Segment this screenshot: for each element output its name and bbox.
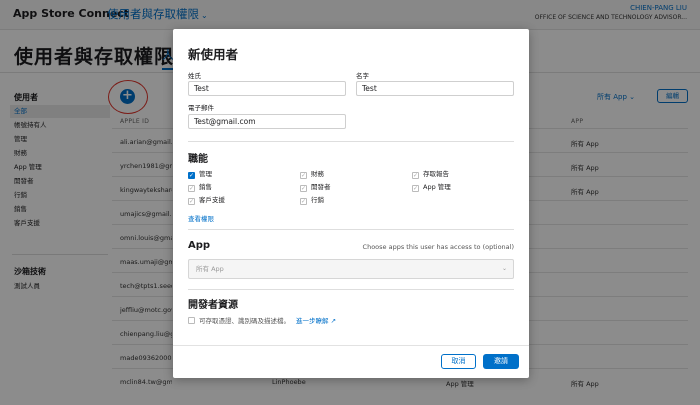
dialog-title: 新使用者 [188,47,239,62]
role-option[interactable]: ✓ App 管理 [412,181,451,192]
first-name-field[interactable]: Test [356,81,514,96]
role-option[interactable]: ✓ 銷售 [188,181,212,192]
roles-heading: 職能 [188,154,208,165]
checkbox[interactable] [188,317,195,324]
checkbox[interactable]: ✓ [300,198,307,205]
developer-resources-heading: 開發者資源 [188,300,238,311]
developer-resource-label: 可存取憑證、識別碼及描述檔。 [199,317,290,325]
role-option[interactable]: ✓ 存取報告 [412,168,449,179]
role-label: 管理 [199,170,212,178]
role-label: 銷售 [199,183,212,191]
checkbox[interactable]: ✓ [300,185,307,192]
role-option[interactable]: ✓ 開發者 [300,181,331,192]
checkbox[interactable]: ✓ [188,198,195,205]
app-hint: Choose apps this user has access to (opt… [362,243,514,251]
email-label: 電子郵件 [188,104,214,112]
app-select[interactable]: 所有 App ⌄ [188,259,514,279]
role-option[interactable]: ✓ 客戶支援 [188,194,225,205]
view-permissions-link[interactable]: 查看權限 [188,213,214,223]
app-select-value: 所有 App [196,265,224,273]
role-label: 存取報告 [423,170,449,178]
app-heading: App [188,240,211,251]
role-label: 行銷 [311,196,324,204]
section-divider [188,229,514,230]
checkbox[interactable]: ✓ [188,172,195,179]
role-label: 財務 [311,170,324,178]
dialog-footer-divider [173,345,529,346]
chevron-down-icon: ⌄ [501,265,507,272]
invite-button[interactable]: 邀請 [483,354,519,369]
checkbox[interactable]: ✓ [412,172,419,179]
role-option[interactable]: ✓ 行銷 [300,194,324,205]
role-label: 開發者 [311,183,331,191]
new-user-dialog: 新使用者 姓氏 Test 名字 Test 電子郵件 Test@gmail.com… [173,29,529,378]
role-label: App 管理 [423,183,451,191]
last-name-field[interactable]: Test [188,81,346,96]
first-name-label: 名字 [356,72,369,80]
learn-more-link[interactable]: 進一步瞭解 ↗ [296,315,336,325]
last-name-label: 姓氏 [188,72,201,80]
cancel-button[interactable]: 取消 [441,354,476,369]
role-label: 客戶支援 [199,196,225,204]
section-divider [188,141,514,142]
section-divider [188,289,514,290]
developer-resource-option[interactable]: 可存取憑證、識別碼及描述檔。 [188,315,290,325]
checkbox[interactable]: ✓ [300,172,307,179]
email-field[interactable]: Test@gmail.com [188,114,346,129]
role-option[interactable]: ✓ 管理 [188,168,212,179]
checkbox[interactable]: ✓ [412,185,419,192]
role-option[interactable]: ✓ 財務 [300,168,324,179]
checkbox[interactable]: ✓ [188,185,195,192]
